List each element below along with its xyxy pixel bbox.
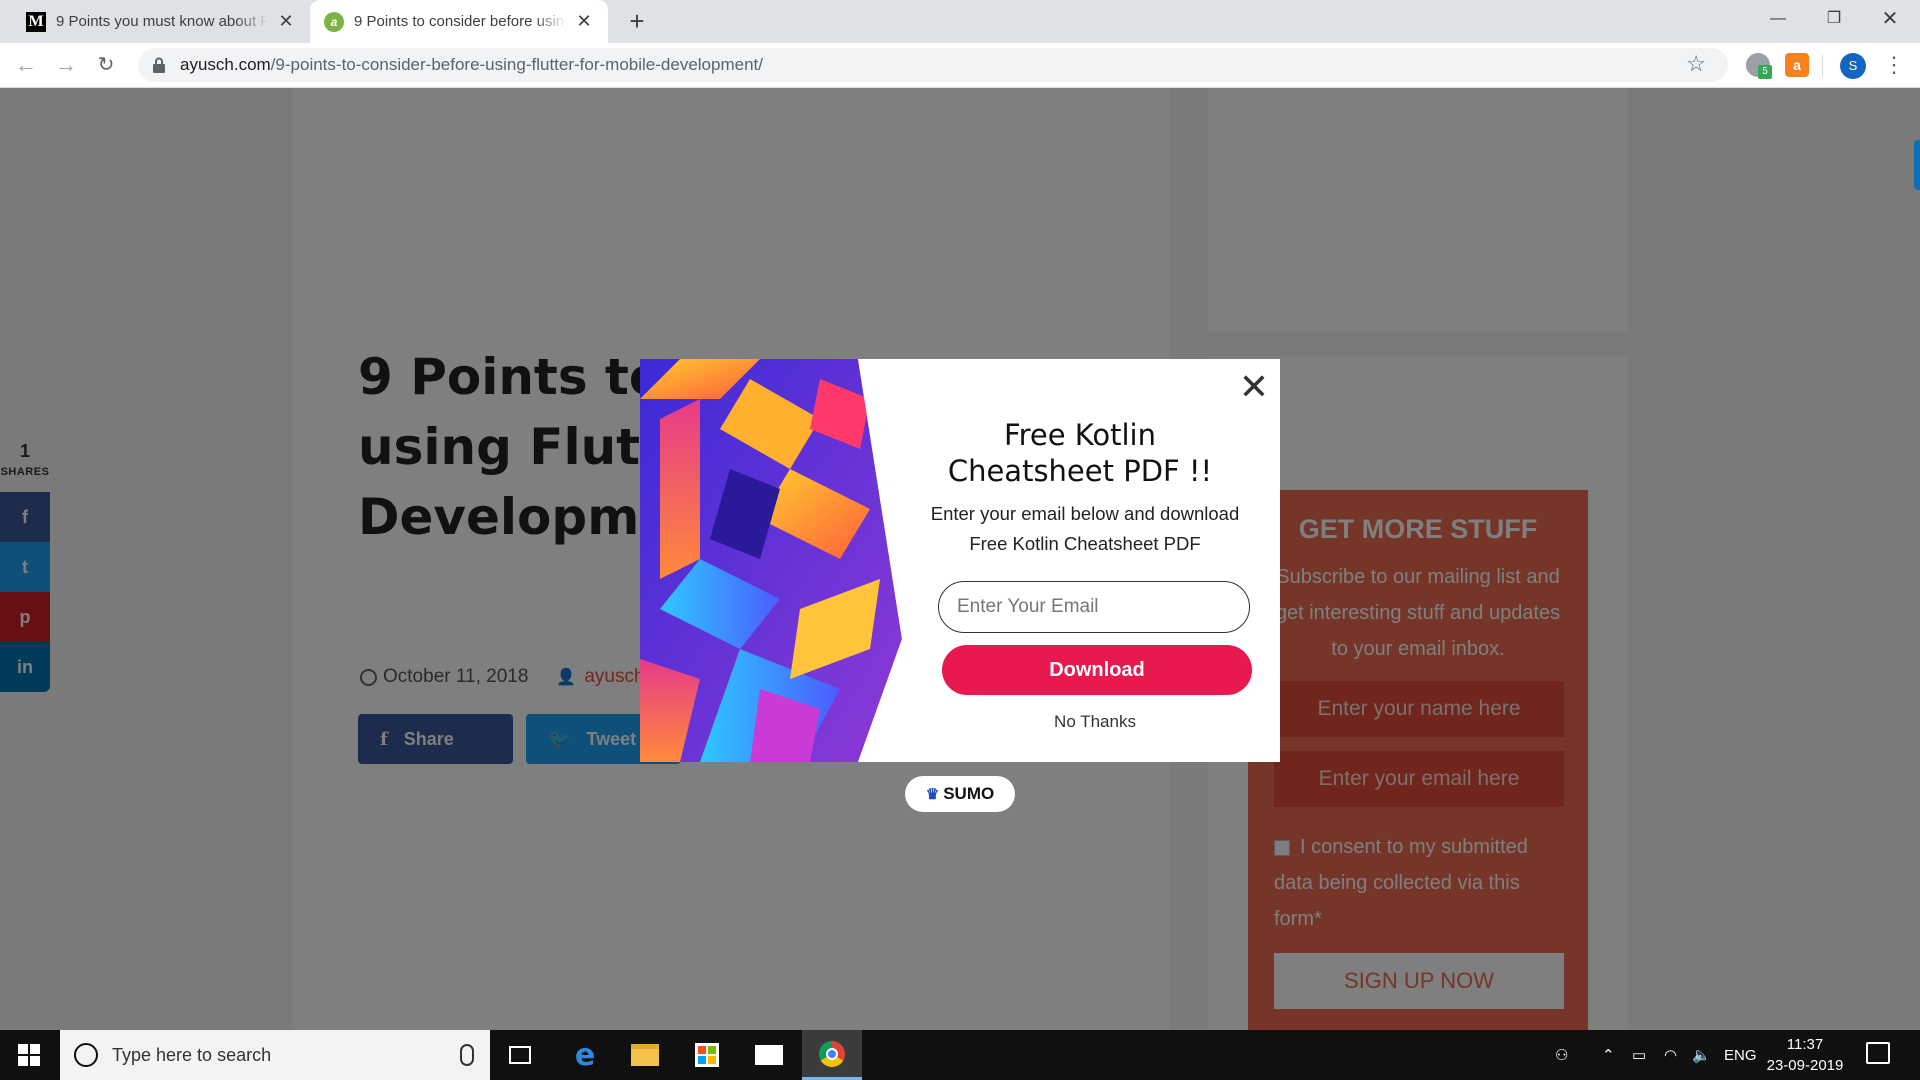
close-icon[interactable]: ✕ <box>1238 369 1270 405</box>
description-line: Free Kotlin Cheatsheet PDF <box>969 533 1201 554</box>
heading-line: Free Kotlin <box>1004 418 1156 452</box>
url-path: /9-points-to-consider-before-using-flutt… <box>270 55 763 74</box>
crown-icon: ♛ <box>925 786 940 803</box>
reload-icon[interactable]: ↻ <box>90 49 122 81</box>
wifi-icon[interactable]: ◠ <box>1664 1030 1677 1080</box>
shopping-extension-icon[interactable]: a <box>1785 53 1809 77</box>
sumo-label: SUMO <box>943 784 995 803</box>
forward-icon[interactable]: → <box>50 49 82 81</box>
windows-taskbar: Type here to search e ⚇ ⌃ ▭ ◠ 🔈 ENG 11:3… <box>0 1030 1920 1080</box>
chrome-menu-icon[interactable]: ⋮ <box>1883 51 1905 79</box>
folder-icon <box>631 1044 659 1066</box>
popup-description: Enter your email below and download Free… <box>910 499 1260 559</box>
cortana-icon <box>74 1043 98 1067</box>
clock-time: 11:37 <box>1786 1036 1824 1053</box>
battery-icon[interactable]: ▭ <box>1632 1030 1646 1080</box>
address-bar[interactable]: ayusch.com/9-points-to-consider-before-u… <box>138 48 1728 82</box>
chrome-icon <box>819 1040 845 1067</box>
tab-close-icon[interactable]: ✕ <box>278 11 294 32</box>
people-icon[interactable]: ⚇ <box>1555 1030 1568 1080</box>
tab-strip: M 9 Points you must know about Flutter ✕… <box>0 0 1920 43</box>
tab-title: 9 Points you must know about Flutter <box>56 13 268 30</box>
task-view-icon <box>509 1046 531 1064</box>
bookmark-star-icon[interactable]: ☆ <box>1686 51 1706 77</box>
edge-icon: e <box>574 1037 596 1073</box>
mail-icon <box>755 1045 783 1065</box>
show-hidden-icons-icon[interactable]: ⌃ <box>1602 1030 1615 1080</box>
extension-badge: 5 <box>1758 65 1772 79</box>
mail-button[interactable] <box>739 1030 799 1080</box>
tab-medium[interactable]: M 9 Points you must know about Flutter ✕ <box>12 0 310 43</box>
sumo-badge[interactable]: ♛ SUMO <box>905 776 1015 812</box>
back-icon[interactable]: ← <box>10 49 42 81</box>
start-button[interactable] <box>0 1030 58 1080</box>
windows-logo-icon <box>18 1044 40 1066</box>
tab-title: 9 Points to consider before using Flutte… <box>354 13 566 30</box>
lock-icon <box>153 57 165 73</box>
popup-email-input[interactable]: Enter Your Email <box>938 581 1250 633</box>
chrome-button[interactable] <box>802 1030 862 1080</box>
tab-close-icon[interactable]: ✕ <box>576 11 592 32</box>
download-button[interactable]: Download <box>942 645 1252 695</box>
popup-illustration <box>640 359 910 762</box>
taskbar-clock[interactable]: 11:37 23-09-2019 <box>1760 1034 1850 1076</box>
search-placeholder: Type here to search <box>112 1044 272 1065</box>
task-view-button[interactable] <box>490 1030 550 1080</box>
taskbar-search[interactable]: Type here to search <box>60 1030 490 1080</box>
ayusch-favicon-icon: a <box>324 11 344 32</box>
volume-icon[interactable]: 🔈 <box>1692 1030 1711 1080</box>
browser-toolbar: ← → ↻ ayusch.com/9-points-to-consider-be… <box>0 43 1920 88</box>
no-thanks-link[interactable]: No Thanks <box>910 712 1280 732</box>
heading-line: Cheatsheet PDF !! <box>947 454 1213 488</box>
microphone-icon[interactable] <box>460 1044 474 1066</box>
file-explorer-button[interactable] <box>615 1030 675 1080</box>
description-line: Enter your email below and download <box>930 503 1240 524</box>
feedback-tab[interactable] <box>1914 140 1920 190</box>
url-host: ayusch.com <box>180 55 271 74</box>
minimize-icon[interactable]: — <box>1750 0 1806 40</box>
new-tab-button[interactable]: + <box>622 6 652 36</box>
clock-date: 23-09-2019 <box>1766 1057 1844 1074</box>
tab-ayusch[interactable]: a 9 Points to consider before using Flut… <box>310 0 608 43</box>
popup-heading: Free Kotlin Cheatsheet PDF !! <box>910 417 1250 489</box>
store-icon <box>695 1043 719 1067</box>
toolbar-divider <box>1822 55 1823 77</box>
edge-button[interactable]: e <box>555 1030 615 1080</box>
action-center-icon[interactable] <box>1866 1042 1890 1064</box>
store-button[interactable] <box>677 1030 737 1080</box>
extension-icon[interactable]: 5 <box>1746 53 1772 79</box>
language-indicator[interactable]: ENG <box>1724 1030 1757 1080</box>
restore-icon[interactable]: ❐ <box>1806 0 1862 40</box>
close-window-icon[interactable]: ✕ <box>1862 0 1918 40</box>
email-popup: ✕ Free Kotlin Cheatsheet PDF !! Enter yo… <box>640 359 1280 762</box>
profile-avatar[interactable]: S <box>1840 53 1866 79</box>
medium-favicon-icon: M <box>26 11 46 32</box>
